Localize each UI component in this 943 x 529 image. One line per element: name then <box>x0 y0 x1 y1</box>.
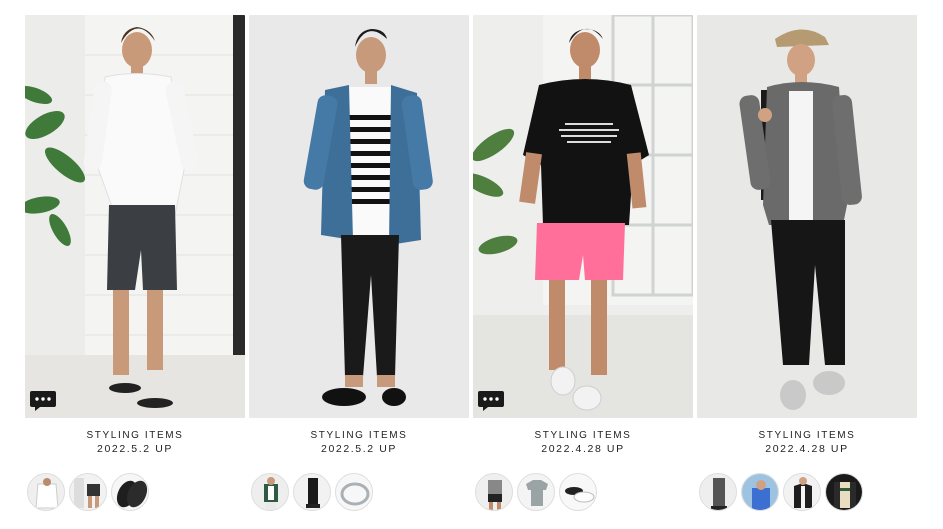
model-photo-cardigan <box>249 15 469 418</box>
styling-label: STYLING ITEMS <box>534 430 632 441</box>
item-thumbnails <box>27 473 149 513</box>
item-thumb-grey-pants-outfit[interactable] <box>699 473 737 511</box>
post-date: 2022.5.2 UP <box>97 443 173 455</box>
item-thumb-black-jacket[interactable] <box>783 473 821 511</box>
styling-photo[interactable] <box>473 15 693 418</box>
styling-label: STYLING ITEMS <box>310 430 408 441</box>
styling-label: STYLING ITEMS <box>758 430 856 441</box>
styling-card[interactable]: STYLING ITEMS 2022.5.2 UP <box>249 15 469 529</box>
item-thumb-blue-shirt-outfit[interactable] <box>741 473 779 511</box>
item-thumb-black-sandals[interactable] <box>111 473 149 511</box>
item-thumbnails <box>699 473 863 513</box>
model-photo-black-tshirt <box>473 15 693 418</box>
item-thumbnails <box>475 473 597 513</box>
post-date: 2022.4.28 UP <box>765 443 849 455</box>
model-photo-grey-shirt <box>697 15 917 418</box>
item-thumb-white-sneakers[interactable] <box>559 473 597 511</box>
styling-grid: STYLING ITEMS 2022.5.2 UP STYLING ITEMS … <box>0 0 943 529</box>
post-date: 2022.4.28 UP <box>541 443 625 455</box>
item-thumb-silver-bangle[interactable] <box>335 473 373 511</box>
styling-photo[interactable] <box>25 15 245 418</box>
item-thumb-black-pants[interactable] <box>293 473 331 511</box>
item-thumb-grey-tshirt[interactable] <box>517 473 555 511</box>
styling-photo[interactable] <box>249 15 469 418</box>
styling-label: STYLING ITEMS <box>86 430 184 441</box>
item-thumbnails <box>251 473 373 513</box>
comment-icon[interactable] <box>477 390 505 412</box>
item-thumb-shorts-outfit[interactable] <box>69 473 107 511</box>
styling-photo[interactable] <box>697 15 917 418</box>
item-thumb-black-shorts-outfit[interactable] <box>475 473 513 511</box>
item-thumb-cardigan-outfit[interactable] <box>251 473 289 511</box>
model-photo-white-shirt <box>25 15 245 418</box>
item-thumb-white-shirt[interactable] <box>27 473 65 511</box>
post-date: 2022.5.2 UP <box>321 443 397 455</box>
comment-icon[interactable] <box>29 390 57 412</box>
styling-card[interactable]: STYLING ITEMS 2022.4.28 UP <box>697 15 917 529</box>
styling-card[interactable]: STYLING ITEMS 2022.5.2 UP <box>25 15 245 529</box>
item-thumb-striped-jacket[interactable] <box>825 473 863 511</box>
styling-card[interactable]: STYLING ITEMS 2022.4.28 UP <box>473 15 693 529</box>
